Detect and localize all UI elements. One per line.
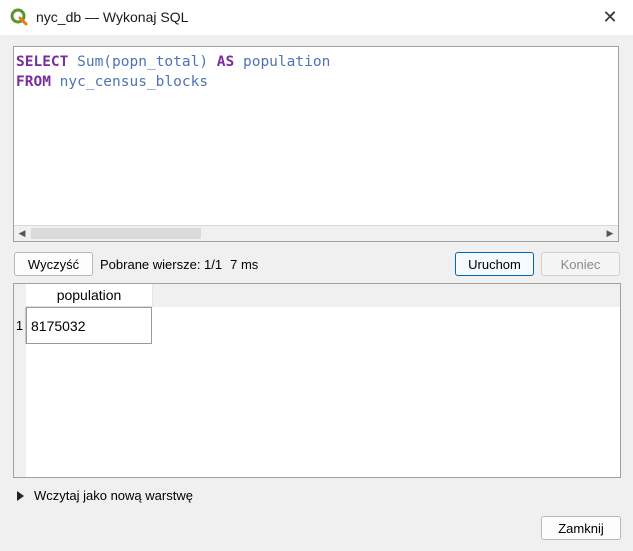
horizontal-scrollbar[interactable]: ◀ ▶ — [14, 225, 618, 241]
table-cell[interactable]: 8175032 — [26, 307, 152, 344]
scroll-thumb[interactable] — [31, 228, 201, 239]
sql-keyword: FROM — [16, 74, 51, 90]
scroll-left-icon[interactable]: ◀ — [14, 226, 30, 241]
results-table[interactable]: population 1 8175032 — [13, 283, 621, 478]
title-bar: nyc_db — Wykonaj SQL ✕ — [0, 0, 633, 35]
close-icon[interactable]: ✕ — [587, 0, 633, 35]
qgis-logo-icon — [10, 8, 28, 26]
execution-time: 7 ms — [230, 257, 259, 272]
scroll-right-icon[interactable]: ▶ — [602, 226, 618, 241]
clear-button[interactable]: Wyczyść — [14, 252, 93, 276]
load-as-layer-toggle[interactable]: Wczytaj jako nową warstwę — [17, 488, 193, 503]
row-number[interactable]: 1 — [14, 307, 26, 344]
close-button[interactable]: Zamknij — [541, 516, 621, 540]
status-text: Pobrane wiersze: 1/1 7 ms — [100, 257, 258, 272]
load-as-layer-label: Wczytaj jako nową warstwę — [34, 488, 193, 503]
window-title: nyc_db — Wykonaj SQL — [36, 9, 189, 25]
column-header-population[interactable]: population — [26, 284, 153, 307]
table-corner[interactable] — [14, 284, 26, 307]
sql-keyword: SELECT — [16, 54, 69, 70]
sql-expression: Sum(popn_total) — [68, 54, 217, 70]
rows-fetched-label: Pobrane wiersze: 1/1 — [100, 257, 223, 272]
sql-keyword: AS — [216, 54, 235, 70]
run-button[interactable]: Uruchom — [455, 252, 534, 276]
sql-alias: population — [234, 54, 331, 70]
expand-arrow-icon — [17, 490, 24, 501]
sql-text[interactable]: SELECT Sum(popn_total) AS population FRO… — [16, 52, 330, 92]
sql-table-name: nyc_census_blocks — [50, 74, 209, 90]
sql-editor[interactable]: SELECT Sum(popn_total) AS population FRO… — [13, 46, 619, 242]
stop-button[interactable]: Koniec — [541, 252, 620, 276]
